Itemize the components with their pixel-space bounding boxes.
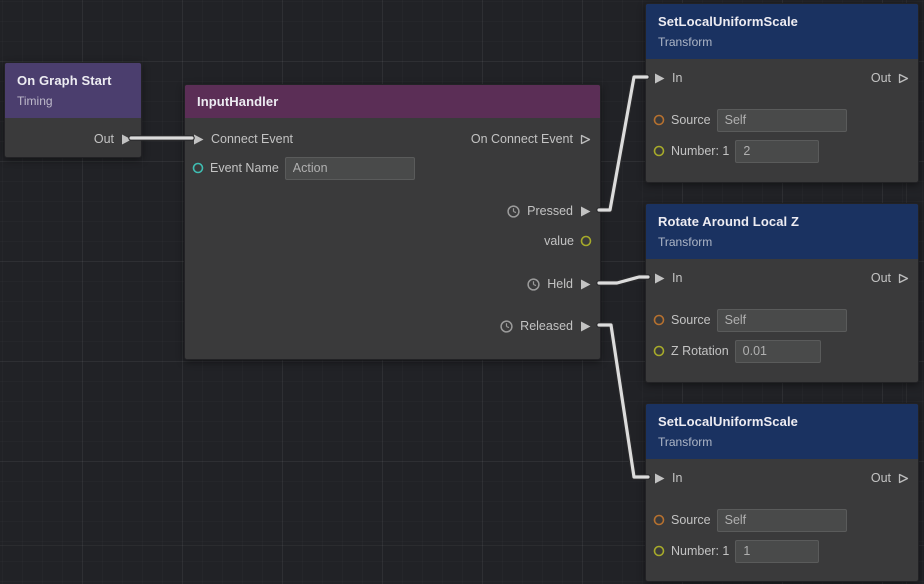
value-port-circle-icon[interactable] xyxy=(653,314,665,326)
node-subtitle: Transform xyxy=(658,35,906,50)
port-on-connect-event-label: On Connect Event xyxy=(471,132,573,146)
port-z-rotation-label: Z Rotation xyxy=(671,344,729,358)
node-set-local-uniform-scale-bottom[interactable]: SetLocalUniformScale Transform In Out So… xyxy=(645,403,919,582)
port-out-label: Out xyxy=(871,71,891,85)
node-on-graph-start[interactable]: On Graph Start Timing Out xyxy=(4,62,142,158)
node-set-local-uniform-scale-top[interactable]: SetLocalUniformScale Transform In Out So… xyxy=(645,3,919,183)
arrow-right-filled-icon[interactable] xyxy=(653,72,666,85)
port-on-connect-event[interactable]: On Connect Event xyxy=(471,127,592,151)
arrow-right-filled-icon[interactable] xyxy=(579,320,592,333)
port-source[interactable]: Source xyxy=(653,508,847,532)
node-title: On Graph Start xyxy=(17,73,129,89)
port-released[interactable]: Released xyxy=(499,314,592,338)
value-port-circle-icon[interactable] xyxy=(653,145,665,157)
wire-pressed-to-scale-top[interactable] xyxy=(599,77,647,210)
port-in-label: In xyxy=(672,71,682,85)
port-held[interactable]: Held xyxy=(526,272,592,296)
node-title: Rotate Around Local Z xyxy=(658,214,906,230)
node-title: SetLocalUniformScale xyxy=(658,14,906,30)
port-in[interactable]: In xyxy=(653,66,682,90)
node-subtitle: Timing xyxy=(17,94,129,109)
node-header[interactable]: SetLocalUniformScale Transform xyxy=(646,404,918,459)
clock-icon xyxy=(499,319,514,334)
value-port-circle-icon[interactable] xyxy=(653,514,665,526)
port-number[interactable]: Number: 1 xyxy=(653,539,819,563)
number-input[interactable] xyxy=(735,540,819,563)
wire-held-to-rotate[interactable] xyxy=(599,277,648,283)
clock-icon xyxy=(526,277,541,292)
port-value[interactable]: value xyxy=(544,229,592,253)
node-title: SetLocalUniformScale xyxy=(658,414,906,430)
node-title: InputHandler xyxy=(197,94,588,110)
port-value-label: value xyxy=(544,234,574,248)
port-out-label: Out xyxy=(94,132,114,146)
arrow-right-filled-icon[interactable] xyxy=(653,272,666,285)
node-header[interactable]: InputHandler xyxy=(185,85,600,118)
value-port-circle-icon[interactable] xyxy=(653,345,665,357)
port-number[interactable]: Number: 1 xyxy=(653,139,819,163)
arrow-right-filled-icon[interactable] xyxy=(579,205,592,218)
port-number-label: Number: 1 xyxy=(671,144,729,158)
port-out[interactable]: Out xyxy=(871,266,910,290)
arrow-right-outline-icon[interactable] xyxy=(579,133,592,146)
port-out-label: Out xyxy=(871,471,891,485)
port-connect-event-label: Connect Event xyxy=(211,132,293,146)
value-port-circle-icon[interactable] xyxy=(653,545,665,557)
node-rotate-around-local-z[interactable]: Rotate Around Local Z Transform In Out S… xyxy=(645,203,919,383)
port-connect-event[interactable]: Connect Event xyxy=(192,127,293,151)
port-out[interactable]: Out xyxy=(871,466,910,490)
number-input[interactable] xyxy=(735,140,819,163)
node-subtitle: Transform xyxy=(658,435,906,450)
port-out[interactable]: Out xyxy=(871,66,910,90)
source-input[interactable] xyxy=(717,509,847,532)
wire-released-to-scale-bottom[interactable] xyxy=(599,325,648,477)
port-source-label: Source xyxy=(671,313,711,327)
port-event-name[interactable]: Event Name xyxy=(192,156,415,180)
graph-canvas[interactable]: On Graph Start Timing Out InputHandler C… xyxy=(0,0,924,584)
port-source-label: Source xyxy=(671,513,711,527)
source-input[interactable] xyxy=(717,309,847,332)
clock-icon xyxy=(506,204,521,219)
arrow-right-filled-icon[interactable] xyxy=(579,278,592,291)
arrow-right-outline-icon[interactable] xyxy=(897,272,910,285)
port-source[interactable]: Source xyxy=(653,108,847,132)
port-source[interactable]: Source xyxy=(653,308,847,332)
port-pressed[interactable]: Pressed xyxy=(506,199,592,223)
node-header[interactable]: SetLocalUniformScale Transform xyxy=(646,4,918,59)
z-rotation-input[interactable] xyxy=(735,340,821,363)
arrow-right-outline-icon[interactable] xyxy=(897,472,910,485)
node-subtitle: Transform xyxy=(658,235,906,250)
value-port-circle-icon[interactable] xyxy=(653,114,665,126)
port-pressed-label: Pressed xyxy=(527,204,573,218)
port-source-label: Source xyxy=(671,113,711,127)
arrow-right-outline-icon[interactable] xyxy=(897,72,910,85)
port-released-label: Released xyxy=(520,319,573,333)
port-out-label: Out xyxy=(871,271,891,285)
port-in[interactable]: In xyxy=(653,466,682,490)
port-in-label: In xyxy=(672,471,682,485)
value-port-circle-icon[interactable] xyxy=(192,162,204,174)
node-input-handler[interactable]: InputHandler Connect Event On Connect Ev… xyxy=(184,84,601,360)
port-event-name-label: Event Name xyxy=(210,161,279,175)
source-input[interactable] xyxy=(717,109,847,132)
port-held-label: Held xyxy=(547,277,573,291)
port-z-rotation[interactable]: Z Rotation xyxy=(653,339,821,363)
port-in-label: In xyxy=(672,271,682,285)
port-in[interactable]: In xyxy=(653,266,682,290)
value-port-circle-icon[interactable] xyxy=(580,235,592,247)
port-number-label: Number: 1 xyxy=(671,544,729,558)
node-header[interactable]: Rotate Around Local Z Transform xyxy=(646,204,918,259)
event-name-input[interactable] xyxy=(285,157,415,180)
node-header[interactable]: On Graph Start Timing xyxy=(5,63,141,118)
port-out[interactable]: Out xyxy=(94,127,133,151)
arrow-right-filled-icon[interactable] xyxy=(653,472,666,485)
